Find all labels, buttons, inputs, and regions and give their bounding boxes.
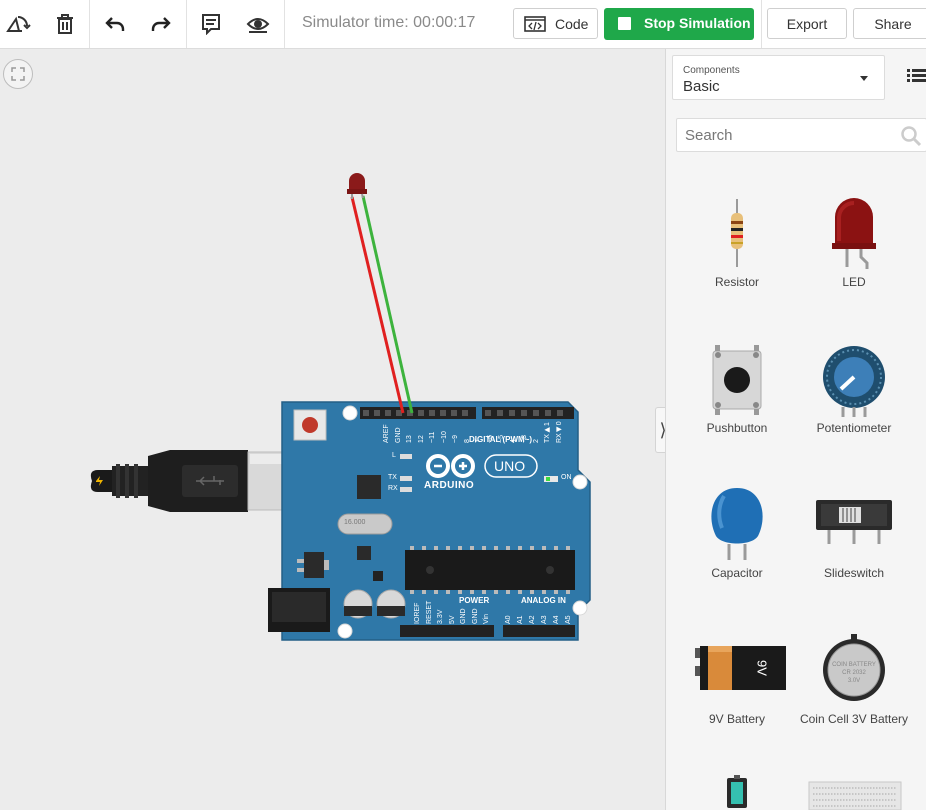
resistor-icon bbox=[731, 199, 743, 267]
component-9v-battery[interactable]: 9V 9V Battery bbox=[682, 632, 792, 726]
stop-icon bbox=[618, 17, 631, 30]
component-name: Coin Cell 3V Battery bbox=[799, 712, 909, 726]
component-capacitor[interactable]: Capacitor bbox=[682, 486, 792, 580]
battery-9v-text: 9V bbox=[755, 660, 770, 676]
red-wire[interactable] bbox=[350, 196, 405, 414]
component-name: Capacitor bbox=[711, 566, 763, 580]
component-name: 9V Battery bbox=[708, 712, 766, 726]
arduino-uno-board[interactable] bbox=[268, 401, 591, 641]
battery-pack-icon bbox=[727, 775, 747, 808]
code-label: Code bbox=[555, 16, 589, 32]
coin-text-1: COIN BATTERY bbox=[832, 662, 876, 668]
component-name: Slideswitch bbox=[823, 566, 885, 580]
components-value: Basic bbox=[683, 78, 720, 95]
code-button[interactable]: Code bbox=[513, 8, 598, 39]
green-wire[interactable] bbox=[361, 195, 414, 414]
led-component[interactable] bbox=[347, 173, 367, 199]
code-icon bbox=[524, 16, 546, 37]
coin-text-3: 3.0V bbox=[848, 678, 860, 684]
visibility-icon[interactable] bbox=[243, 9, 273, 39]
simulator-time: Simulator time: 00:00:17 bbox=[302, 14, 476, 31]
stop-simulation-label: Stop Simulation bbox=[644, 15, 751, 31]
potentiometer-icon bbox=[823, 346, 885, 417]
coin-cell-icon: COIN BATTERY CR 2032 3.0V bbox=[823, 634, 885, 701]
component-potentiometer[interactable]: Potentiometer bbox=[799, 341, 909, 435]
breadboard-icon bbox=[808, 781, 902, 810]
undo-icon[interactable] bbox=[100, 9, 130, 39]
notes-icon[interactable] bbox=[196, 9, 226, 39]
components-dropdown[interactable]: Components Basic bbox=[672, 55, 885, 100]
caret-down-icon bbox=[860, 76, 868, 81]
component-pushbutton[interactable]: Pushbutton bbox=[682, 341, 792, 435]
search-input[interactable] bbox=[676, 118, 926, 152]
slideswitch-icon bbox=[816, 500, 892, 544]
search-icon[interactable] bbox=[900, 125, 922, 147]
components-caption: Components bbox=[683, 65, 740, 76]
component-name: LED bbox=[842, 275, 866, 289]
component-led[interactable]: LED bbox=[799, 195, 909, 289]
components-panel: Components Basic Resistor LED bbox=[665, 49, 926, 810]
toolbar: Simulator time: 00:00:17 Code Stop Simul… bbox=[0, 0, 926, 49]
component-partial-2[interactable] bbox=[799, 774, 909, 810]
pushbutton-icon bbox=[712, 345, 762, 415]
coin-text-2: CR 2032 bbox=[842, 670, 866, 676]
redo-icon[interactable] bbox=[146, 9, 176, 39]
component-resistor[interactable]: Resistor bbox=[682, 195, 792, 289]
trash-icon[interactable] bbox=[50, 9, 80, 39]
share-button[interactable]: Share bbox=[853, 8, 926, 39]
component-name: Resistor bbox=[714, 275, 759, 289]
circuit-drawing bbox=[90, 173, 591, 641]
list-view-icon[interactable] bbox=[906, 66, 926, 84]
export-button[interactable]: Export bbox=[767, 8, 847, 39]
component-partial-1[interactable] bbox=[682, 774, 792, 810]
battery-9v-icon: 9V bbox=[695, 646, 786, 690]
component-name: Potentiometer bbox=[816, 421, 892, 435]
component-slideswitch[interactable]: Slideswitch bbox=[799, 486, 909, 580]
led-icon bbox=[832, 198, 876, 269]
rotate-icon[interactable] bbox=[3, 9, 33, 39]
workspace-canvas[interactable]: AREF GND 13 12 ~11 ~10 ~9 8 7 ~6 ~5 4 ~3 2 TX▶1 RX◀0 DI… bbox=[0, 49, 665, 810]
component-coin-cell[interactable]: COIN BATTERY CR 2032 3.0V Coin Cell 3V B… bbox=[799, 632, 909, 726]
component-name: Pushbutton bbox=[706, 421, 768, 435]
capacitor-icon bbox=[711, 488, 763, 560]
stop-simulation-button[interactable]: Stop Simulation bbox=[604, 8, 754, 40]
